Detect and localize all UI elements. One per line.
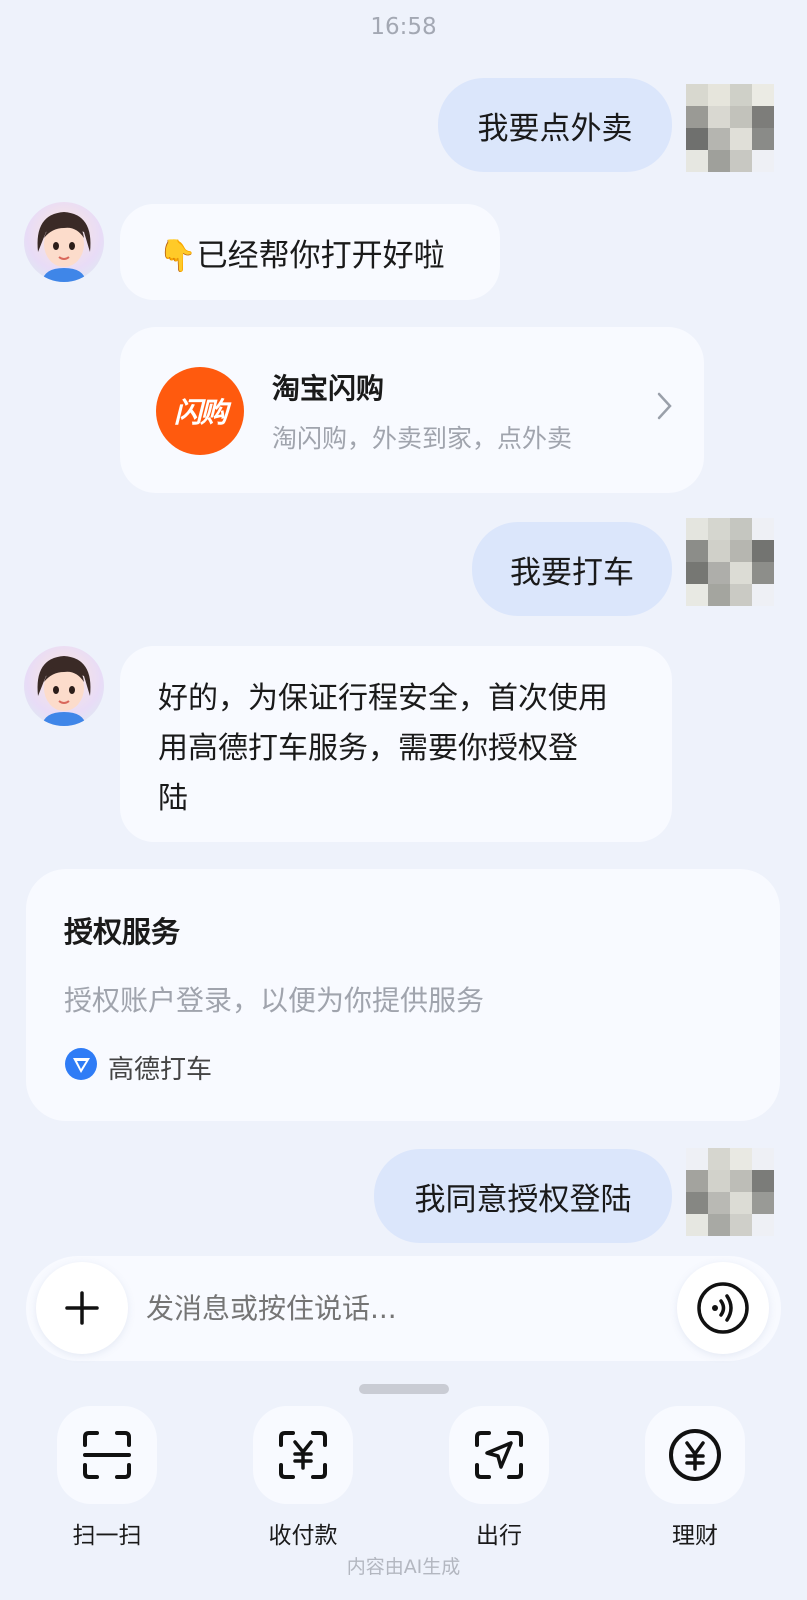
navigation-icon <box>449 1406 549 1504</box>
tool-label: 扫一扫 <box>72 1523 142 1549</box>
drawer-handle[interactable] <box>359 1384 449 1394</box>
assistant-message: 好的，为保证行程安全，首次使用 用高德打车服务，需要你授权登 陆 <box>120 646 672 842</box>
user-message: 我要点外卖 <box>438 78 672 172</box>
gaode-logo-icon <box>64 1047 98 1088</box>
auth-app-name: 高德打车 <box>108 1055 213 1085</box>
message-line: 好的，为保证行程安全，首次使用 <box>158 681 608 716</box>
message-text: 我要点外卖 <box>477 110 633 147</box>
tool-scan[interactable]: 扫一扫 <box>52 1406 162 1550</box>
tool-label: 收付款 <box>268 1523 338 1549</box>
app-title: 淘宝闪购 <box>272 372 385 405</box>
voice-icon <box>697 1282 749 1334</box>
plus-icon <box>65 1291 99 1325</box>
add-button[interactable] <box>36 1262 128 1354</box>
finance-icon <box>645 1406 745 1504</box>
auth-description: 授权账户登录，以便为你提供服务 <box>64 984 485 1017</box>
user-message: 我要打车 <box>472 522 672 616</box>
auth-app: 高德打车 <box>64 1047 212 1088</box>
chevron-right-icon <box>656 391 674 425</box>
user-avatar[interactable] <box>686 518 774 606</box>
message-text: 👇已经帮你打开好啦 <box>158 237 445 274</box>
voice-button[interactable] <box>677 1262 769 1354</box>
assistant-avatar <box>24 646 104 726</box>
auth-title: 授权服务 <box>64 915 181 949</box>
tool-payment[interactable]: 收付款 <box>248 1406 358 1550</box>
message-composer <box>26 1256 781 1361</box>
taobao-shangou-logo: 闪购 <box>156 367 244 455</box>
user-avatar[interactable] <box>686 1148 774 1236</box>
user-message: 我同意授权登陆 <box>374 1149 672 1243</box>
message-text: 我要打车 <box>510 554 634 591</box>
payment-icon <box>253 1406 353 1504</box>
message-input[interactable] <box>146 1286 646 1330</box>
assistant-avatar <box>24 202 104 282</box>
tool-label: 出行 <box>476 1523 522 1549</box>
tool-label: 理财 <box>672 1523 718 1549</box>
message-line: 用高德打车服务，需要你授权登 <box>158 731 578 766</box>
tool-travel[interactable]: 出行 <box>444 1406 554 1550</box>
assistant-message: 👇已经帮你打开好啦 <box>120 204 500 300</box>
user-avatar[interactable] <box>686 84 774 172</box>
authorization-card[interactable]: 授权服务 授权账户登录，以便为你提供服务 高德打车 <box>26 869 780 1121</box>
app-card-taobao-shangou[interactable]: 闪购 淘宝闪购 淘闪购，外卖到家，点外卖 <box>120 327 704 493</box>
message-line: 陆 <box>158 781 188 816</box>
scan-icon <box>57 1406 157 1504</box>
ai-disclaimer: 内容由AI生成 <box>346 1556 461 1578</box>
tool-finance[interactable]: 理财 <box>640 1406 750 1550</box>
message-text: 我同意授权登陆 <box>414 1181 632 1218</box>
app-subtitle: 淘闪购，外卖到家，点外卖 <box>272 424 573 453</box>
status-time: 16:58 <box>370 14 437 40</box>
